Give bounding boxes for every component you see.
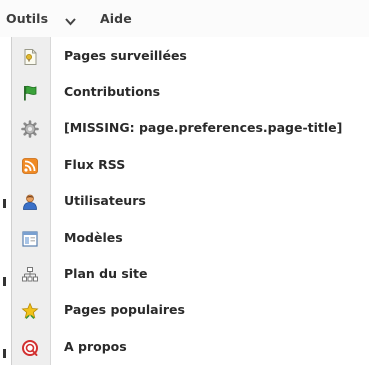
menu-outils[interactable]: Outils <box>6 11 48 26</box>
menu-item-label: Flux RSS <box>64 157 126 172</box>
template-icon <box>22 231 38 247</box>
menu-item-label: Modèles <box>64 230 123 245</box>
rss-icon <box>22 158 38 174</box>
about-icon <box>22 340 38 356</box>
menu-item-label: [MISSING: page.preferences.page-title] <box>64 120 343 135</box>
menu-item-modeles[interactable]: Modèles <box>12 220 369 256</box>
sitemap-icon <box>22 267 38 282</box>
menu-item-pages-populaires[interactable]: Pages populaires <box>12 292 369 328</box>
menu-item-contributions[interactable]: Contributions <box>12 74 369 110</box>
menu-item-preferences[interactable]: [MISSING: page.preferences.page-title] <box>12 110 369 146</box>
page: Outils Aide Pages surveillées Contributi… <box>0 0 369 365</box>
menu-item-label: Utilisateurs <box>64 193 146 208</box>
background-content-strip <box>0 37 11 365</box>
menu-item-label: Plan du site <box>64 266 148 281</box>
user-icon <box>23 194 37 210</box>
flag-icon <box>24 85 37 101</box>
menu-item-label: Pages surveillées <box>64 48 187 63</box>
background-text-fragment <box>3 349 6 358</box>
outils-dropdown-menu: Pages surveillées Contributions [MISSING <box>11 37 369 365</box>
menu-item-label: Pages populaires <box>64 302 185 317</box>
menu-aide[interactable]: Aide <box>100 11 132 26</box>
menu-item-utilisateurs[interactable]: Utilisateurs <box>12 183 369 219</box>
gear-icon <box>21 120 39 138</box>
star-icon <box>21 302 39 320</box>
chevron-down-icon[interactable] <box>64 17 77 27</box>
background-text-fragment <box>3 277 6 286</box>
menubar: Outils Aide <box>0 0 369 37</box>
menu-item-label: Contributions <box>64 84 161 99</box>
background-text-fragment <box>3 199 6 208</box>
menu-item-pages-surveillees[interactable]: Pages surveillées <box>12 38 369 74</box>
menu-item-a-propos[interactable]: A propos <box>12 329 369 365</box>
menu-item-plan-du-site[interactable]: Plan du site <box>12 256 369 292</box>
watched-pages-icon <box>24 49 37 65</box>
menu-item-flux-rss[interactable]: Flux RSS <box>12 147 369 183</box>
menu-item-label: A propos <box>64 339 127 354</box>
